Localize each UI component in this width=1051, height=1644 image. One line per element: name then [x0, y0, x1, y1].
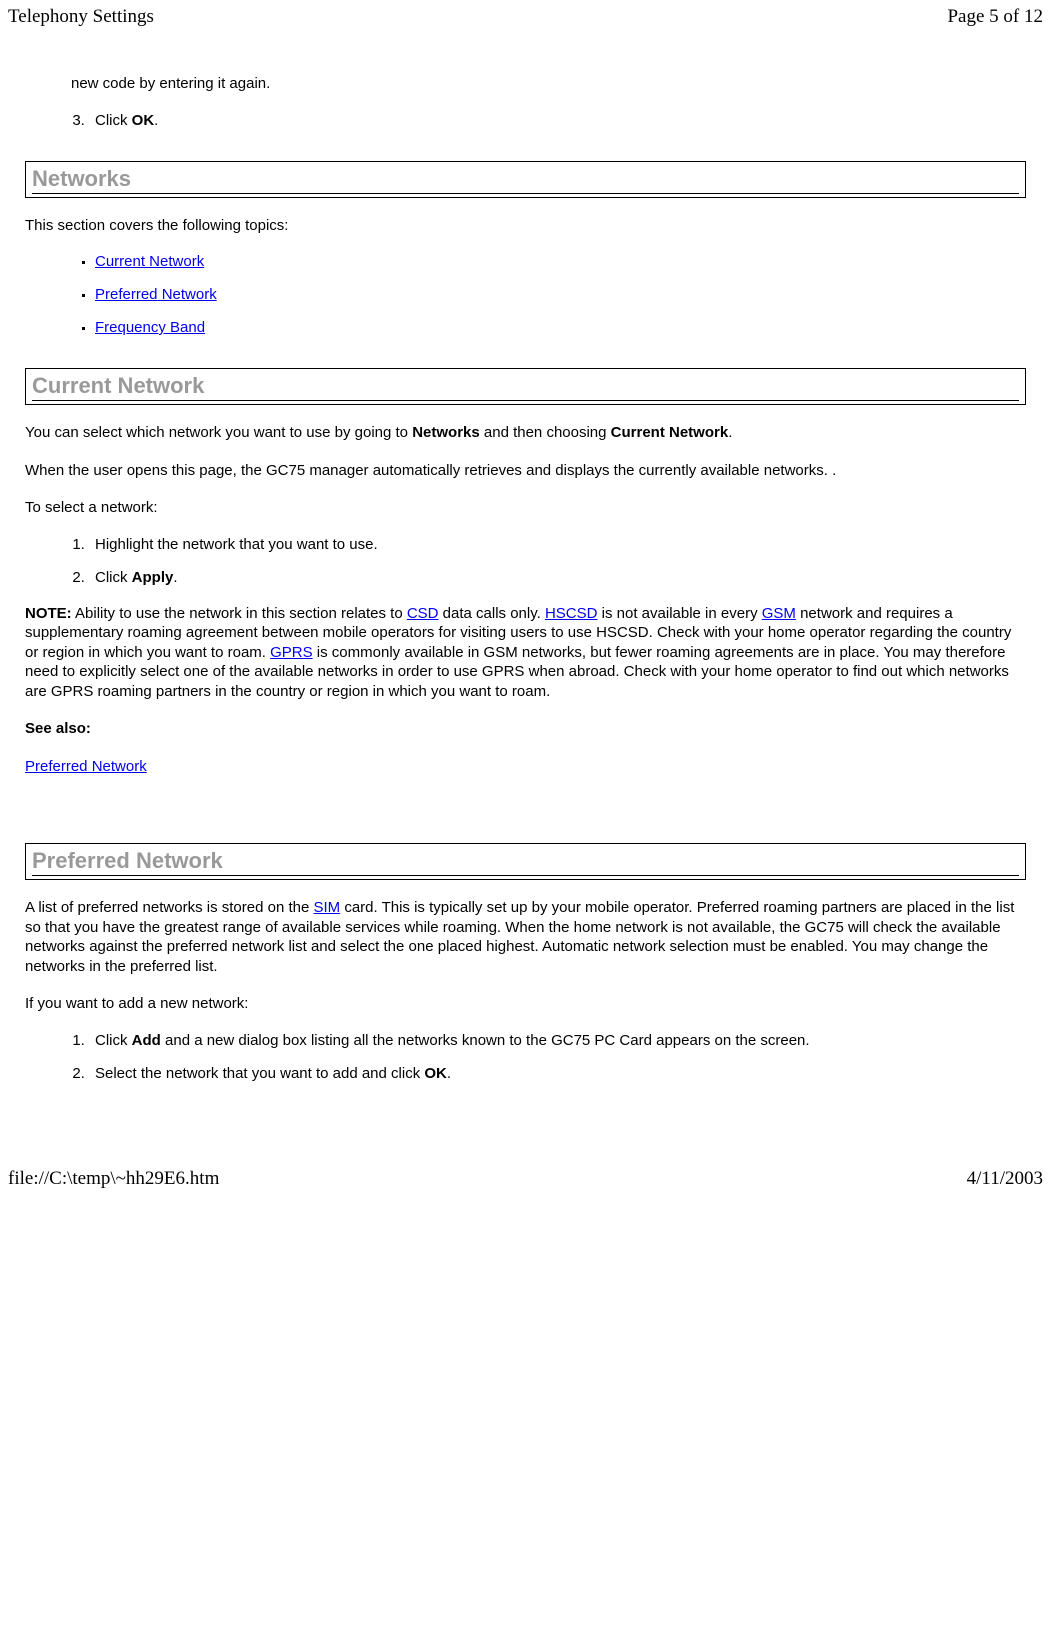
- topic-item: Current Network: [95, 253, 1026, 270]
- cn-s2-prefix: Click: [95, 569, 132, 586]
- link-frequency-band[interactable]: Frequency Band: [95, 319, 205, 336]
- current-network-p2: When the user opens this page, the GC75 …: [25, 461, 1026, 481]
- pn-p1-t1: A list of preferred networks is stored o…: [25, 899, 313, 916]
- link-gsm[interactable]: GSM: [762, 605, 796, 622]
- topics-list: Current Network Preferred Network Freque…: [25, 253, 1026, 336]
- preferred-network-p1: A list of preferred networks is stored o…: [25, 898, 1026, 976]
- link-current-network[interactable]: Current Network: [95, 253, 204, 270]
- footer-date: 4/11/2003: [967, 1168, 1043, 1190]
- select-network-steps: Highlight the network that you want to u…: [25, 536, 1026, 586]
- step3-suffix: .: [154, 112, 158, 129]
- preferred-network-p2: If you want to add a new network:: [25, 994, 1026, 1014]
- current-network-heading: Current Network: [32, 373, 1019, 401]
- page-header: Telephony Settings Page 5 of 12: [0, 0, 1051, 34]
- see-also-links: Preferred Network: [25, 757, 1026, 777]
- see-also-label: See also:: [25, 719, 1026, 739]
- note-paragraph: NOTE: Ability to use the network in this…: [25, 604, 1026, 702]
- networks-intro: This section covers the following topics…: [25, 216, 1026, 236]
- cn-p1-suffix: .: [728, 424, 732, 441]
- pn-s2-bold: OK: [424, 1065, 447, 1082]
- note-t2: data calls only.: [439, 605, 545, 622]
- step3-bold: OK: [132, 112, 155, 129]
- pn-s1-bold: Add: [132, 1032, 161, 1049]
- link-gprs[interactable]: GPRS: [270, 644, 313, 661]
- prior-steps-list: Click OK.: [25, 112, 1026, 129]
- note-t3: is not available in every: [597, 605, 761, 622]
- add-network-steps: Click Add and a new dialog box listing a…: [25, 1032, 1026, 1082]
- footer-path: file://C:\temp\~hh29E6.htm: [8, 1168, 219, 1190]
- pn-s1-suffix: and a new dialog box listing all the net…: [161, 1032, 810, 1049]
- step3-prefix: Click: [95, 112, 132, 129]
- link-see-preferred-network[interactable]: Preferred Network: [25, 758, 147, 775]
- cn-s2-bold: Apply: [132, 569, 174, 586]
- header-page-info: Page 5 of 12: [947, 6, 1043, 28]
- cn-s2-suffix: .: [173, 569, 177, 586]
- add-step-2: Select the network that you want to add …: [89, 1065, 1026, 1082]
- page-footer: file://C:\temp\~hh29E6.htm 4/11/2003: [0, 1162, 1051, 1196]
- pn-s2-suffix: .: [447, 1065, 451, 1082]
- networks-section-header: Networks: [25, 161, 1026, 198]
- link-preferred-network[interactable]: Preferred Network: [95, 286, 217, 303]
- current-network-p3: To select a network:: [25, 498, 1026, 518]
- cn-p1-mid: and then choosing: [480, 424, 611, 441]
- document-body: new code by entering it again. Click OK.…: [0, 74, 1051, 1082]
- header-title: Telephony Settings: [8, 6, 154, 28]
- select-step-1: Highlight the network that you want to u…: [89, 536, 1026, 553]
- link-hscsd[interactable]: HSCSD: [545, 605, 598, 622]
- link-csd[interactable]: CSD: [407, 605, 439, 622]
- cn-p1-bold2: Current Network: [611, 424, 729, 441]
- current-network-p1: You can select which network you want to…: [25, 423, 1026, 443]
- topic-item: Preferred Network: [95, 286, 1026, 303]
- step-3: Click OK.: [89, 112, 1026, 129]
- networks-heading: Networks: [32, 166, 1019, 194]
- topic-item: Frequency Band: [95, 319, 1026, 336]
- pn-s1-prefix: Click: [95, 1032, 132, 1049]
- note-t1: Ability to use the network in this secti…: [72, 605, 407, 622]
- link-sim[interactable]: SIM: [313, 899, 340, 916]
- preferred-network-heading: Preferred Network: [32, 848, 1019, 876]
- note-label: NOTE:: [25, 605, 72, 622]
- add-step-1: Click Add and a new dialog box listing a…: [89, 1032, 1026, 1049]
- pn-s2-prefix: Select the network that you want to add …: [95, 1065, 424, 1082]
- current-network-section-header: Current Network: [25, 368, 1026, 405]
- continuation-text: new code by entering it again.: [71, 74, 1026, 94]
- cn-p1-bold1: Networks: [412, 424, 480, 441]
- select-step-2: Click Apply.: [89, 569, 1026, 586]
- preferred-network-section-header: Preferred Network: [25, 843, 1026, 880]
- cn-p1-prefix: You can select which network you want to…: [25, 424, 412, 441]
